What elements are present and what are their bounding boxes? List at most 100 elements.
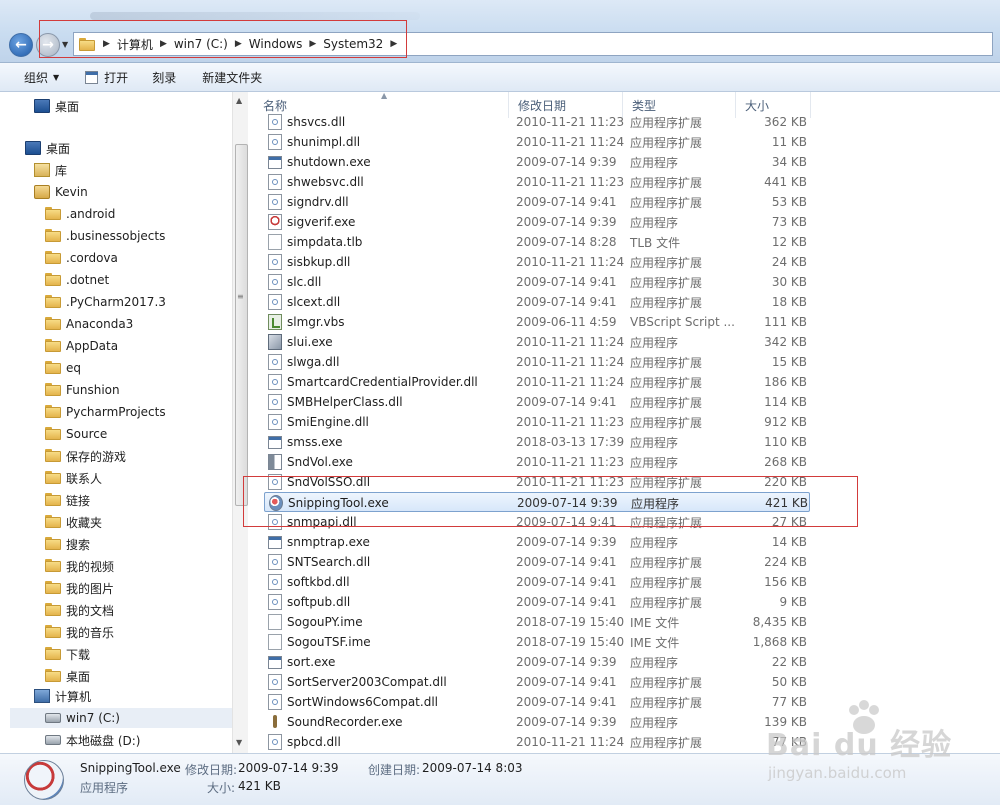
file-name: slc.dll (287, 275, 322, 289)
sidebar-item[interactable]: 我的图片 (45, 578, 114, 598)
sidebar-item[interactable]: Anaconda3 (45, 314, 133, 334)
sidebar-item[interactable]: .dotnet (45, 270, 109, 290)
sidebar-item[interactable]: 联系人 (45, 468, 102, 488)
file-row[interactable]: smss.exe 2018-03-13 17:39 应用程序 110 KB (264, 432, 810, 452)
folder-icon (45, 471, 61, 485)
open-icon (85, 70, 99, 84)
file-name: SNTSearch.dll (287, 555, 371, 569)
file-name-cell: SmartcardCredentialProvider.dll (268, 372, 478, 392)
file-size: 22 KB (771, 655, 807, 669)
file-size: 110 KB (764, 435, 807, 449)
file-row[interactable]: SMBHelperClass.dll 2009-07-14 9:41 应用程序扩展 1… (264, 392, 810, 412)
file-row[interactable]: slc.dll 2009-07-14 9:41 应用程序扩展 30 KB (264, 272, 810, 292)
sidebar-item[interactable]: win7 (C:) (10, 708, 248, 728)
sidebar-item[interactable]: .cordova (45, 248, 118, 268)
sidebar-item-label: win7 (C:) (66, 711, 120, 725)
file-date: 2009-07-14 9:41 (516, 195, 617, 209)
file-row[interactable]: snmptrap.exe 2009-07-14 9:39 应用程序 14 KB (264, 532, 810, 552)
scroll-down-icon[interactable]: ▼ (236, 738, 242, 747)
sidebar-item[interactable]: 桌面 (45, 666, 90, 686)
dll-file-icon (268, 114, 282, 130)
file-row[interactable]: shwebsvc.dll 2010-11-21 11:23 应用程序扩展 441 KB (264, 172, 810, 192)
sidebar-item[interactable]: .businessobjects (45, 226, 165, 246)
file-row[interactable]: signdrv.dll 2009-07-14 9:41 应用程序扩展 53 KB (264, 192, 810, 212)
file-row[interactable]: SmiEngine.dll 2010-11-21 11:23 应用程序扩展 912 K… (264, 412, 810, 432)
burn-button[interactable]: 刻录 (146, 69, 182, 86)
file-row[interactable]: slmgr.vbs 2009-06-11 4:59 VBScript Script … (264, 312, 810, 332)
file-row[interactable]: slui.exe 2010-11-21 11:24 应用程序 342 KB (264, 332, 810, 352)
file-row[interactable]: SoundRecorder.exe 2009-07-14 9:39 应用程序 139 … (264, 712, 810, 732)
new-folder-button[interactable]: 新建文件夹 (196, 69, 268, 86)
file-type: 应用程序扩展 (630, 555, 703, 570)
file-row[interactable]: sisbkup.dll 2010-11-21 11:24 应用程序扩展 24 KB (264, 252, 810, 272)
sidebar-item[interactable]: 下载 (45, 644, 90, 664)
sidebar-item[interactable]: 桌面 (34, 96, 79, 116)
file-row[interactable]: SortServer2003Compat.dll 2009-07-14 9:41 应… (264, 672, 810, 692)
file-row[interactable]: SndVol.exe 2010-11-21 11:23 应用程序 268 KB (264, 452, 810, 472)
sidebar-item[interactable]: 收藏夹 (45, 512, 102, 532)
file-row[interactable]: SmartcardCredentialProvider.dll 2010-11-2… (264, 372, 810, 392)
file-row[interactable]: SNTSearch.dll 2009-07-14 9:41 应用程序扩展 224 KB (264, 552, 810, 572)
sidebar-item[interactable]: .android (45, 204, 115, 224)
sidebar-item[interactable]: .PyCharm2017.3 (45, 292, 166, 312)
file-type: 应用程序扩展 (630, 695, 703, 710)
sidebar-item-label: .dotnet (66, 273, 110, 287)
file-date: 2009-07-14 9:41 (516, 575, 617, 589)
details-modified-label: 修改日期: (185, 763, 238, 777)
scroll-up-icon[interactable]: ▲ (236, 96, 242, 105)
file-row[interactable]: SogouTSF.ime 2018-07-19 15:40 IME 文件 1,868 … (264, 632, 810, 652)
file-row[interactable]: shutdown.exe 2009-07-14 9:39 应用程序 34 KB (264, 152, 810, 172)
sidebar-item[interactable]: eq (45, 358, 81, 378)
sidebar-item[interactable]: 库 (34, 160, 67, 180)
file-row[interactable]: sigverif.exe 2009-07-14 9:39 应用程序 73 KB (264, 212, 810, 232)
file-type: TLB 文件 (630, 235, 681, 250)
scrollbar-thumb[interactable] (235, 144, 248, 506)
sidebar-item[interactable]: AppData (45, 336, 118, 356)
pane-splitter[interactable] (248, 92, 254, 753)
sidebar-item[interactable]: 桌面 (25, 138, 70, 158)
sidebar-item[interactable]: 我的音乐 (45, 622, 114, 642)
file-type: 应用程序 (630, 215, 679, 230)
file-type: 应用程序 (630, 655, 679, 670)
file-row[interactable]: shsvcs.dll 2010-11-21 11:23 应用程序扩展 362 KB (264, 112, 810, 132)
file-size: 53 KB (771, 195, 807, 209)
file-date: 2018-07-19 15:40 (516, 635, 625, 649)
sidebar-item[interactable]: PycharmProjects (45, 402, 166, 422)
sidebar-item[interactable]: Funshion (45, 380, 120, 400)
sidebar-item[interactable]: 计算机 (34, 686, 91, 706)
sidebar-item[interactable]: 搜索 (45, 534, 90, 554)
exe-file-icon (268, 655, 282, 669)
signature-app-icon (268, 214, 282, 230)
file-name: SortServer2003Compat.dll (287, 675, 447, 689)
file-row[interactable]: slwga.dll 2010-11-21 11:24 应用程序扩展 15 KB (264, 352, 810, 372)
dll-file-icon (268, 594, 282, 610)
file-size: 73 KB (771, 215, 807, 229)
file-row[interactable]: softkbd.dll 2009-07-14 9:41 应用程序扩展 156 KB (264, 572, 810, 592)
sidebar-item[interactable]: Kevin (34, 182, 88, 202)
sidebar-item[interactable]: 本地磁盘 (D:) (45, 730, 140, 750)
column-type-label: 类型 (632, 98, 657, 113)
file-row[interactable]: spbcd.dll 2010-11-21 11:24 应用程序扩展 77 KB (264, 732, 810, 752)
file-row[interactable]: sort.exe 2009-07-14 9:39 应用程序 22 KB (264, 652, 810, 672)
file-row[interactable]: simpdata.tlb 2009-07-14 8:28 TLB 文件 12 KB (264, 232, 810, 252)
sidebar-item[interactable]: 链接 (45, 490, 90, 510)
column-date-label: 修改日期 (518, 98, 567, 113)
file-size: 111 KB (764, 315, 807, 329)
file-size: 342 KB (764, 335, 807, 349)
file-size: 441 KB (764, 175, 807, 189)
sidebar-item[interactable]: 保存的游戏 (45, 446, 126, 466)
sidebar-item[interactable]: 我的文档 (45, 600, 114, 620)
file-name: spbcd.dll (287, 735, 341, 749)
organize-button[interactable]: 组织 ▼ (18, 69, 65, 86)
sidebar-item[interactable]: Source (45, 424, 107, 444)
sidebar-item[interactable]: 我的视频 (45, 556, 114, 576)
file-row[interactable]: softpub.dll 2009-07-14 9:41 应用程序扩展 9 KB (264, 592, 810, 612)
file-row[interactable]: slcext.dll 2009-07-14 9:41 应用程序扩展 18 KB (264, 292, 810, 312)
nav-scrollbar[interactable]: ▲ ≡ ▼ (232, 92, 248, 753)
file-name-cell: simpdata.tlb (268, 232, 362, 252)
file-row[interactable]: shunimpl.dll 2010-11-21 11:24 应用程序扩展 11 KB (264, 132, 810, 152)
file-row[interactable]: SortWindows6Compat.dll 2009-07-14 9:41 应用程… (264, 692, 810, 712)
file-row[interactable]: SogouPY.ime 2018-07-19 15:40 IME 文件 8,435 K… (264, 612, 810, 632)
back-button[interactable]: ← (9, 33, 33, 57)
open-button[interactable]: 打开 (79, 69, 134, 86)
